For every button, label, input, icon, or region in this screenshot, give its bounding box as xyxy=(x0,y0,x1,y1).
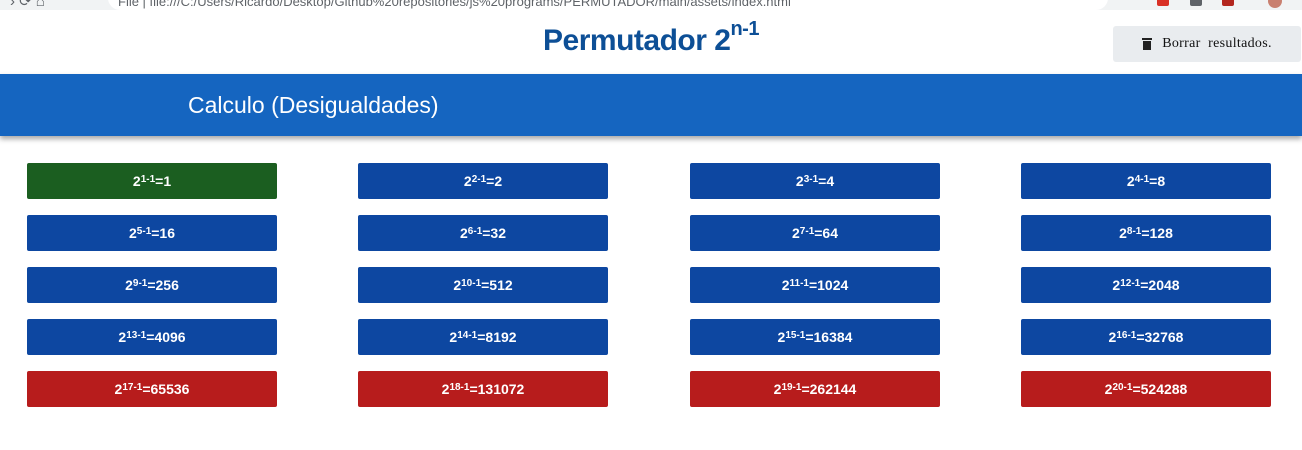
result-value: =32768 xyxy=(1136,329,1184,345)
result-cell[interactable]: 2 17-1 =65536 xyxy=(27,371,277,407)
result-value: =2048 xyxy=(1140,277,1180,293)
result-value: =8192 xyxy=(477,329,517,345)
result-base: 2 xyxy=(1126,173,1135,189)
result-base: 2 xyxy=(453,277,462,293)
result-exponent: 4-1 xyxy=(1134,173,1150,185)
result-value: =64 xyxy=(814,225,838,241)
result-cell[interactable]: 2 11-1 =1024 xyxy=(690,267,940,303)
result-exponent: 15-1 xyxy=(785,329,806,341)
result-base: 2 xyxy=(463,173,472,189)
result-exponent: 16-1 xyxy=(1116,329,1137,341)
result-cell[interactable]: 2 19-1 =262144 xyxy=(690,371,940,407)
result-value: =1024 xyxy=(808,277,849,293)
result-cell[interactable]: 2 8-1 =128 xyxy=(1021,215,1271,251)
extension-icon[interactable] xyxy=(1190,0,1202,6)
result-value: =2 xyxy=(486,173,503,189)
result-base: 2 xyxy=(114,381,123,397)
result-value: =65536 xyxy=(142,381,190,397)
result-cell[interactable]: 2 9-1 =256 xyxy=(27,267,277,303)
result-base: 2 xyxy=(449,329,458,345)
result-base: 2 xyxy=(773,381,782,397)
result-exponent: 18-1 xyxy=(449,381,470,393)
profile-avatar[interactable] xyxy=(1268,0,1282,8)
result-value: =131072 xyxy=(469,381,525,397)
result-value: =4096 xyxy=(146,329,186,345)
result-exponent: 13-1 xyxy=(126,329,147,341)
result-value: =4 xyxy=(818,173,835,189)
result-cell[interactable]: 2 5-1 =16 xyxy=(27,215,277,251)
result-cell[interactable]: 2 12-1 =2048 xyxy=(1021,267,1271,303)
result-value: =8 xyxy=(1149,173,1166,189)
result-exponent: 6-1 xyxy=(467,225,483,237)
result-cell[interactable]: 2 3-1 =4 xyxy=(690,163,940,199)
result-cell[interactable]: 2 13-1 =4096 xyxy=(27,319,277,355)
result-value: =524288 xyxy=(1132,381,1188,397)
result-value: =256 xyxy=(147,277,179,293)
browser-nav-icons[interactable]: › ⟳ ⌂ xyxy=(10,0,45,10)
result-base: 2 xyxy=(132,173,141,189)
section-title: Calculo (Desigualdades) xyxy=(188,92,439,118)
result-base: 2 xyxy=(1108,329,1117,345)
result-exponent: 20-1 xyxy=(1112,381,1133,393)
result-value: =32 xyxy=(482,225,506,241)
result-exponent: 9-1 xyxy=(132,277,148,289)
address-bar[interactable]: File | file:///C:/Users/Ricardo/Desktop/… xyxy=(108,0,1108,10)
result-cell[interactable]: 2 18-1 =131072 xyxy=(358,371,608,407)
result-cell[interactable]: 2 1-1 =1 xyxy=(27,163,277,199)
result-base: 2 xyxy=(792,225,800,241)
result-cell[interactable]: 2 16-1 =32768 xyxy=(1021,319,1271,355)
result-cell[interactable]: 2 2-1 =2 xyxy=(358,163,608,199)
result-exponent: 3-1 xyxy=(803,173,819,185)
result-exponent: 5-1 xyxy=(136,225,152,237)
extension-icon[interactable] xyxy=(1222,0,1234,6)
result-base: 2 xyxy=(460,225,468,241)
result-base: 2 xyxy=(129,225,137,241)
result-cell[interactable]: 2 10-1 =512 xyxy=(358,267,608,303)
clear-results-button[interactable]: Borrar resultados. xyxy=(1113,26,1301,62)
result-value: =128 xyxy=(1141,225,1173,241)
result-cell[interactable]: 2 7-1 =64 xyxy=(690,215,940,251)
result-value: =16384 xyxy=(805,329,853,345)
result-value: =262144 xyxy=(801,381,857,397)
extension-icon[interactable] xyxy=(1157,0,1169,6)
result-exponent: 14-1 xyxy=(457,329,478,341)
result-base: 2 xyxy=(781,277,790,293)
result-base: 2 xyxy=(118,329,127,345)
result-exponent: 7-1 xyxy=(799,225,815,237)
app-header: Permutador 2n-1 Borrar resultados. xyxy=(0,10,1302,74)
result-value: =1 xyxy=(155,173,172,189)
result-exponent: 11-1 xyxy=(789,277,809,289)
result-cell[interactable]: 2 15-1 =16384 xyxy=(690,319,940,355)
result-exponent: 17-1 xyxy=(122,381,143,393)
result-base: 2 xyxy=(795,173,804,189)
result-exponent: 19-1 xyxy=(781,381,802,393)
result-base: 2 xyxy=(777,329,786,345)
title-exponent: n-1 xyxy=(730,18,759,40)
clear-results-label: Borrar resultados. xyxy=(1162,36,1272,51)
result-cell[interactable]: 2 14-1 =8192 xyxy=(358,319,608,355)
result-value: =16 xyxy=(151,225,175,241)
result-exponent: 10-1 xyxy=(461,277,482,289)
result-base: 2 xyxy=(441,381,450,397)
result-exponent: 1-1 xyxy=(140,173,156,185)
browser-toolbar: › ⟳ ⌂ File | file:///C:/Users/Ricardo/De… xyxy=(0,0,1302,10)
result-exponent: 12-1 xyxy=(1120,277,1141,289)
result-base: 2 xyxy=(125,277,133,293)
title-base: Permutador 2 xyxy=(543,24,731,57)
section-banner: Calculo (Desigualdades) xyxy=(0,74,1302,136)
address-bar-url: File | file:///C:/Users/Ricardo/Desktop/… xyxy=(118,0,791,9)
result-base: 2 xyxy=(1104,381,1113,397)
trash-icon xyxy=(1142,38,1153,50)
result-exponent: 8-1 xyxy=(1126,225,1142,237)
result-base: 2 xyxy=(1112,277,1121,293)
page-title: Permutador 2n-1 xyxy=(0,18,1302,58)
result-cell[interactable]: 2 6-1 =32 xyxy=(358,215,608,251)
result-cell[interactable]: 2 20-1 =524288 xyxy=(1021,371,1271,407)
result-value: =512 xyxy=(481,277,513,293)
result-cell[interactable]: 2 4-1 =8 xyxy=(1021,163,1271,199)
result-base: 2 xyxy=(1119,225,1127,241)
result-exponent: 2-1 xyxy=(471,173,487,185)
